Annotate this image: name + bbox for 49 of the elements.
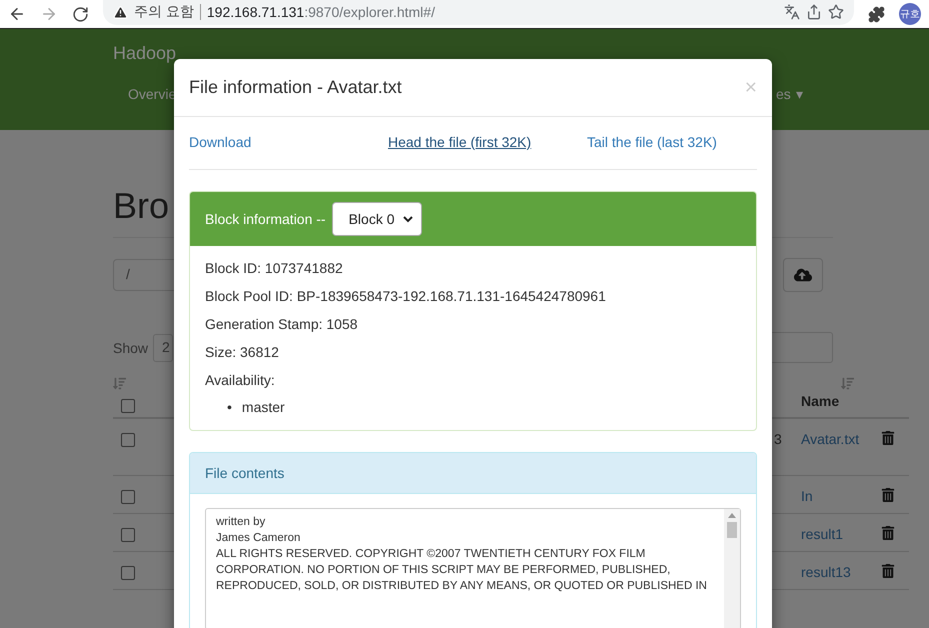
block-field: Availability: <box>205 366 741 394</box>
select-all-checkbox[interactable] <box>121 399 135 413</box>
file-link[interactable]: Tail the file (last 32K) <box>587 134 717 150</box>
file-link[interactable]: In <box>801 488 881 504</box>
file-link[interactable]: Head the file (first 32K) <box>388 134 532 150</box>
row-checkbox[interactable] <box>121 490 135 504</box>
url-text: 192.168.71.131:9870/explorer.html#/ <box>206 4 435 20</box>
file-text: written by <box>216 515 266 530</box>
list-bullet: • <box>227 398 232 417</box>
security-label: 주의 요함 <box>134 3 194 21</box>
profile-avatar[interactable]: 규호 <box>899 3 921 25</box>
row-checkbox[interactable] <box>121 528 135 542</box>
warning-icon <box>113 4 128 20</box>
reload-icon[interactable] <box>72 6 89 22</box>
row-checkbox[interactable] <box>121 566 135 580</box>
nav-item[interactable]: Overvie <box>128 86 176 102</box>
panel-title: File contents <box>205 465 284 481</box>
upload-button[interactable] <box>783 258 823 292</box>
dialog-title: File information - Avatar.txt <box>189 77 402 98</box>
file-link[interactable]: Download <box>189 134 252 150</box>
row-checkbox[interactable] <box>121 433 135 447</box>
caret-icon[interactable]: ▾ <box>796 86 803 102</box>
panel-title: Block information -- <box>205 211 326 227</box>
block-field: Size: 36812 <box>205 338 741 366</box>
file-text: ALL RIGHTS RESERVED. COPYRIGHT ©2007 TWENTIETH CENTURY FOX FILM CORPORATION. NO PORTION OF THIS SCRIPT MAY BE PERFORMED, PUBLISHED, REPRODUCED, SOLD, OR DISTRIBUTED BY ANY MEANS, OR QUOTED OR PUBLISHED IN <box>216 547 708 594</box>
host-item: master <box>242 398 285 417</box>
file-link[interactable]: result1 <box>801 526 881 542</box>
block-select[interactable]: Block 0 <box>332 202 422 236</box>
show-label: Show <box>113 340 148 356</box>
block-field: Generation Stamp: 1058 <box>205 310 741 338</box>
address-bar[interactable]: 주의 요함 192.168.71.131:9870/explorer.html#/ <box>103 0 854 25</box>
file-text: James Cameron <box>216 531 302 546</box>
nav-item[interactable]: es <box>776 86 791 102</box>
file-link[interactable]: result13 <box>801 564 881 580</box>
file-contents-area[interactable] <box>205 508 741 628</box>
file-link[interactable]: Avatar.txt <box>801 431 881 447</box>
column-header[interactable]: Name <box>801 393 840 409</box>
cloud-upload-icon <box>794 266 812 284</box>
block-field: Block Pool ID: BP-1839658473-192.168.71.131-1645424780961 <box>205 282 741 310</box>
close-button[interactable]: × <box>744 76 757 100</box>
back-icon[interactable] <box>8 5 26 23</box>
table-cell-text: 3 <box>774 431 783 447</box>
block-field: Block ID: 1073741882 <box>205 254 741 282</box>
puzzle-icon[interactable] <box>868 6 885 22</box>
page-size-select[interactable]: 2 <box>153 334 173 362</box>
star-icon[interactable] <box>828 4 844 20</box>
chevron-icon <box>402 216 413 222</box>
share-icon[interactable] <box>806 4 822 20</box>
translate-icon[interactable] <box>784 4 800 20</box>
